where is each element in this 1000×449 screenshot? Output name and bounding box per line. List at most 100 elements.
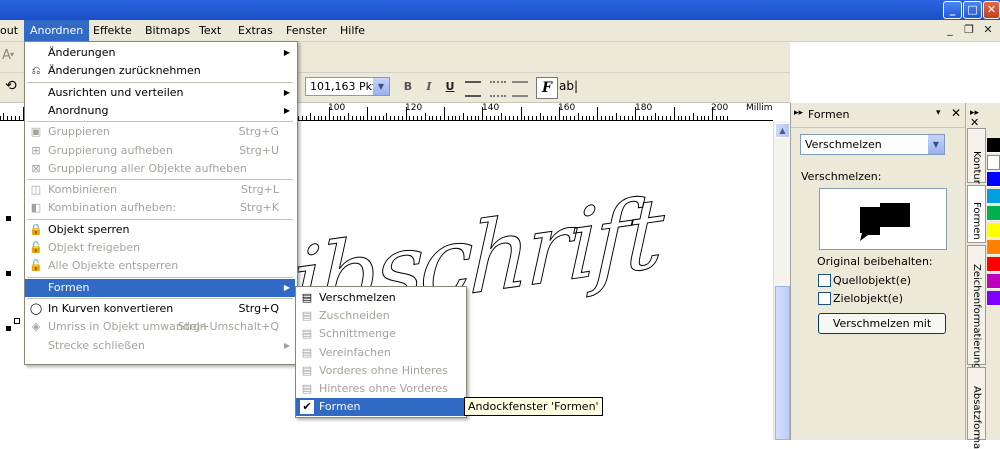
menu-item[interactable]: ◯ In Kurven konvertieren Strg+Q [25,300,295,318]
chevron-down-icon[interactable]: ▼ [928,135,944,154]
submenu-item[interactable]: ▤ Verschmelzen [296,289,464,307]
group-icon: ▣ [30,125,42,139]
submenu-item[interactable]: ✔ Formen [296,398,464,417]
menu-hilfe[interactable]: Hilfe [334,20,371,41]
menu-item[interactable]: Anordnung ▶ [25,102,295,120]
color-swatch[interactable] [987,274,1000,289]
menu-item[interactable]: 🔓 Alle Objekte entsperren [25,257,295,275]
back-minus-front-icon: ▤ [301,382,313,395]
tab-formen[interactable]: Formen [967,185,986,243]
align-icon[interactable] [465,81,481,97]
close-button[interactable]: ✕ [983,1,1000,19]
ruler-label: 160 [558,103,576,113]
menu-item[interactable]: Formen ▶ [25,278,295,297]
selection-handle[interactable] [6,216,11,221]
bold-button[interactable]: B [398,77,418,97]
bullet-list-icon[interactable] [490,81,506,97]
menu-anordnen[interactable]: Anordnen [24,20,90,41]
menu-item[interactable]: ◧ Kombination aufheben: Strg+K [25,199,295,217]
menu-item-label: Anordnung [48,103,109,117]
menu-bitmaps[interactable]: Bitmaps [139,20,196,41]
doc-restore-icon[interactable]: ❐ [962,23,976,37]
docker-close-icon[interactable]: ✕ [951,106,961,120]
rotate-icon[interactable]: ⟲ [5,78,17,94]
submenu-arrow-icon: ▶ [283,105,290,115]
color-palette [987,103,1000,440]
menu-item[interactable]: ⊠ Gruppierung aller Objekte aufheben [25,160,295,178]
menu-effekte[interactable]: Effekte [87,20,138,41]
menu-extras[interactable]: Extras [232,20,279,41]
menu-fenster[interactable]: Fenster [280,20,333,41]
submenu-item[interactable]: ▤ Vereinfachen [296,344,464,362]
menu-item[interactable]: ⊞ Gruppierung aufheben Strg+U [25,142,295,160]
scroll-up-icon[interactable]: ▲ [775,123,790,138]
menu-item[interactable]: 🔒 Objekt sperren [25,221,295,239]
doc-minimize-icon[interactable]: _ [943,23,957,37]
color-swatch[interactable] [987,155,1000,170]
menu-item-label: Gruppierung aller Objekte aufheben [48,161,247,175]
docker-menu-icon[interactable]: ▾ [936,108,941,118]
menu-item-label: Änderungen zurücknehmen [48,64,201,78]
drop-cap-icon[interactable] [512,81,528,97]
color-swatch[interactable] [987,206,1000,221]
submenu-arrow-icon: ▶ [283,282,290,292]
target-object-checkbox[interactable] [818,292,831,305]
ruler-label: 180 [635,103,653,113]
docker-expand-icon[interactable]: ▸▸ [794,108,803,118]
color-swatch[interactable] [987,138,1000,153]
color-swatch[interactable] [987,189,1000,204]
vertical-scrollbar[interactable]: ▲ [773,121,791,440]
italic-button[interactable]: I [419,77,439,97]
color-swatch[interactable] [987,172,1000,187]
menu-item[interactable]: ⎌ Änderungen zurücknehmen [25,62,295,80]
font-size-combo[interactable]: 101,163 Pkt ▼ [305,77,390,96]
minimize-button[interactable]: _ [943,1,962,19]
submenu-item[interactable]: ▤ Hinteres ohne Vorderes [296,380,464,398]
color-swatch[interactable] [987,223,1000,238]
menu-item[interactable]: Strecke schließen ▶ [25,337,295,355]
submenu-item[interactable]: ▤ Vorderes ohne Hinteres [296,362,464,380]
menu-item[interactable]: Ausrichten und verteilen ▶ [25,84,295,102]
ungroup-icon: ⊞ [31,143,41,157]
menu-item[interactable]: 🔓 Objekt freigeben [25,239,295,257]
selection-handle[interactable] [6,326,11,331]
title-bar: _ □ ✕ [0,0,1000,20]
menu-item[interactable]: ◫ Kombinieren Strg+L [25,181,295,199]
chevron-down-icon[interactable]: ▾ [10,50,14,59]
menu-layout[interactable]: out [0,20,24,41]
section-label: Verschmelzen: [801,170,882,183]
selection-handle[interactable] [6,271,11,276]
weld-icon: ▤ [301,291,313,304]
doc-close-icon[interactable]: ✕ [981,23,995,37]
ruler-label: 100 [328,103,346,113]
maximize-button[interactable]: □ [963,1,982,19]
tab-zeichenformatierung[interactable]: Zeichenformatierung [967,245,986,370]
menu-item-label: Objekt freigeben [48,241,141,254]
submenu-item-label: Formen [319,400,361,414]
menu-item[interactable]: ▣ Gruppieren Strg+G [25,123,295,141]
tab-absatzformatierung[interactable]: Absatzforma [967,367,986,449]
underline-button[interactable]: U [440,77,460,97]
menu-item[interactable]: Änderungen ▶ [25,44,295,62]
menu-item-label: Objekt sperren [48,222,130,236]
scroll-thumb[interactable] [775,286,790,440]
shaping-mode-select[interactable]: Verschmelzen ▼ [800,134,945,155]
menu-item-label: Änderungen [48,46,116,59]
anordnen-menu: Änderungen ▶ ⎌ Änderungen zurücknehmen Ausri… [24,41,298,365]
color-swatch[interactable] [987,291,1000,306]
edit-text-icon[interactable]: ab| [559,79,578,93]
target-object-label: Zielobjekt(e) [833,292,903,305]
menu-item[interactable]: ◈ Umriss in Objekt umwandeln Strg+Umschalt… [25,318,295,336]
character-format-icon[interactable]: F [536,77,558,99]
selection-handle[interactable] [14,318,20,324]
chevron-down-icon[interactable]: ▼ [373,78,389,95]
color-swatch[interactable] [987,240,1000,255]
menu-text[interactable]: Text [193,20,227,41]
weld-preview-icon [860,203,910,241]
submenu-item[interactable]: ▤ Schnittmenge [296,325,464,343]
source-object-checkbox[interactable] [818,274,831,287]
submenu-item[interactable]: ▤ Zuschneiden [296,307,464,325]
tab-kontur[interactable]: Kontur [967,128,986,184]
weld-with-button[interactable]: Verschmelzen mit [818,313,946,334]
color-swatch[interactable] [987,257,1000,272]
